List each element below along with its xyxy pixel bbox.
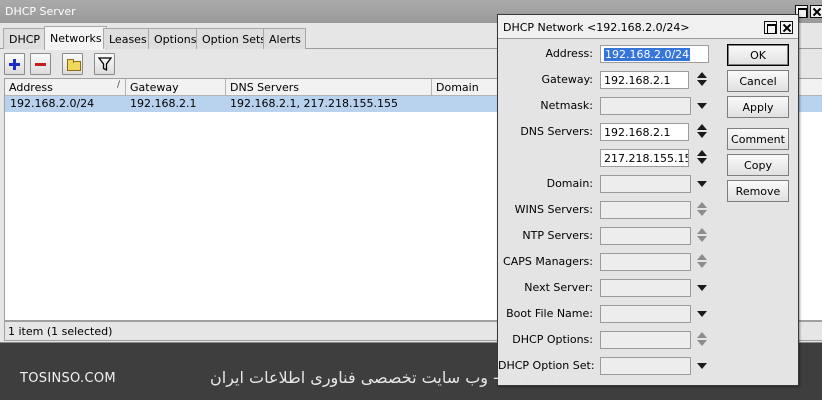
wins-servers-field[interactable] [600, 201, 691, 219]
dns-server-2-spin-icon[interactable] [696, 149, 708, 167]
remove-icon[interactable] [30, 53, 51, 75]
wins-servers-label: WINS Servers: [514, 203, 593, 216]
tab-dhcp[interactable]: DHCP [3, 28, 46, 49]
next-server-field[interactable] [600, 279, 691, 297]
ok-button[interactable]: OK [727, 44, 789, 66]
window-title: DHCP Server [5, 5, 76, 18]
copy-button[interactable]: Copy [727, 154, 789, 176]
status-text: 1 item (1 selected) [8, 325, 113, 338]
dialog-close-button[interactable] [780, 21, 793, 34]
watermark-right: ITPro.ir - وب سایت تخصصی فناوری اطلاعات … [210, 368, 560, 387]
next-server-dropdown-icon[interactable] [697, 285, 707, 291]
dhcp-options-field[interactable] [600, 331, 691, 349]
dns-servers-label: DNS Servers: [520, 125, 593, 138]
filter-icon[interactable] [94, 53, 115, 75]
netmask-dropdown-icon[interactable] [697, 103, 707, 109]
remove-button[interactable]: Remove [727, 180, 789, 202]
wins-servers-spin-icon[interactable] [696, 201, 708, 219]
gateway-field[interactable]: 192.168.2.1 [600, 71, 689, 89]
boot-file-name-field[interactable] [600, 305, 691, 323]
domain-field[interactable] [600, 175, 691, 193]
dhcp-options-spin-icon[interactable] [696, 331, 708, 349]
boot-file-name-dropdown-icon[interactable] [697, 311, 707, 317]
gateway-label: Gateway: [541, 73, 594, 86]
comment-button[interactable]: Comment [727, 128, 789, 150]
column-header-address[interactable]: Address / [5, 79, 126, 96]
caps-managers-spin-icon[interactable] [696, 253, 708, 271]
tab-options[interactable]: Options [148, 28, 202, 49]
tab-leases[interactable]: Leases [103, 28, 152, 49]
dhcp-option-set-dropdown-icon[interactable] [697, 363, 707, 369]
dhcp-network-dialog: DHCP Network <192.168.2.0/24> Address: 1… [497, 14, 799, 386]
domain-label: Domain: [546, 177, 593, 190]
funnel-icon [98, 57, 112, 72]
next-server-label: Next Server: [524, 281, 593, 294]
caps-managers-label: CAPS Managers: [503, 255, 593, 268]
dns-server-1-spin-icon[interactable] [696, 123, 708, 141]
tab-networks[interactable]: Networks [44, 26, 107, 50]
domain-dropdown-icon[interactable] [697, 181, 707, 187]
tab-alerts[interactable]: Alerts [263, 28, 306, 49]
netmask-field[interactable] [600, 97, 691, 115]
caps-managers-field[interactable] [600, 253, 691, 271]
close-window-button[interactable] [810, 5, 822, 18]
gateway-spin-icon[interactable] [696, 71, 708, 89]
boot-file-name-label: Boot File Name: [506, 307, 593, 320]
dialog-restore-button[interactable] [764, 21, 777, 34]
tab-option-sets[interactable]: Option Sets [196, 28, 272, 49]
cell-domain [432, 96, 436, 112]
dns-server-1-field[interactable]: 192.168.2.1 [600, 123, 689, 141]
dns-server-2-field[interactable]: 217.218.155.155 [600, 149, 689, 167]
ntp-servers-field[interactable] [600, 227, 691, 245]
address-label: Address: [545, 47, 593, 60]
column-header-dns-servers[interactable]: DNS Servers [226, 79, 432, 96]
dialog-title: DHCP Network <192.168.2.0/24> [503, 21, 690, 34]
dialog-title-bar: DHCP Network <192.168.2.0/24> [498, 15, 798, 39]
netmask-label: Netmask: [540, 99, 593, 112]
ntp-servers-label: NTP Servers: [522, 229, 593, 242]
sort-icon: / [116, 80, 120, 90]
add-icon[interactable] [4, 53, 25, 75]
cell-address: 192.168.2.0/24 [10, 97, 95, 110]
watermark-left: TOSINSO.COM [20, 371, 116, 386]
apply-button[interactable]: Apply [727, 96, 789, 118]
cell-gateway: 192.168.2.1 [130, 97, 197, 110]
comment-icon[interactable] [62, 53, 83, 75]
cancel-button[interactable]: Cancel [727, 70, 789, 92]
ntp-servers-spin-icon[interactable] [696, 227, 708, 245]
dhcp-option-set-field[interactable] [600, 357, 691, 375]
cell-dns-servers: 192.168.2.1, 217.218.155.155 [230, 97, 398, 110]
dhcp-options-label: DHCP Options: [512, 333, 593, 346]
address-field[interactable]: 192.168.2.0/24 [600, 45, 709, 63]
column-header-gateway[interactable]: Gateway [126, 79, 226, 96]
